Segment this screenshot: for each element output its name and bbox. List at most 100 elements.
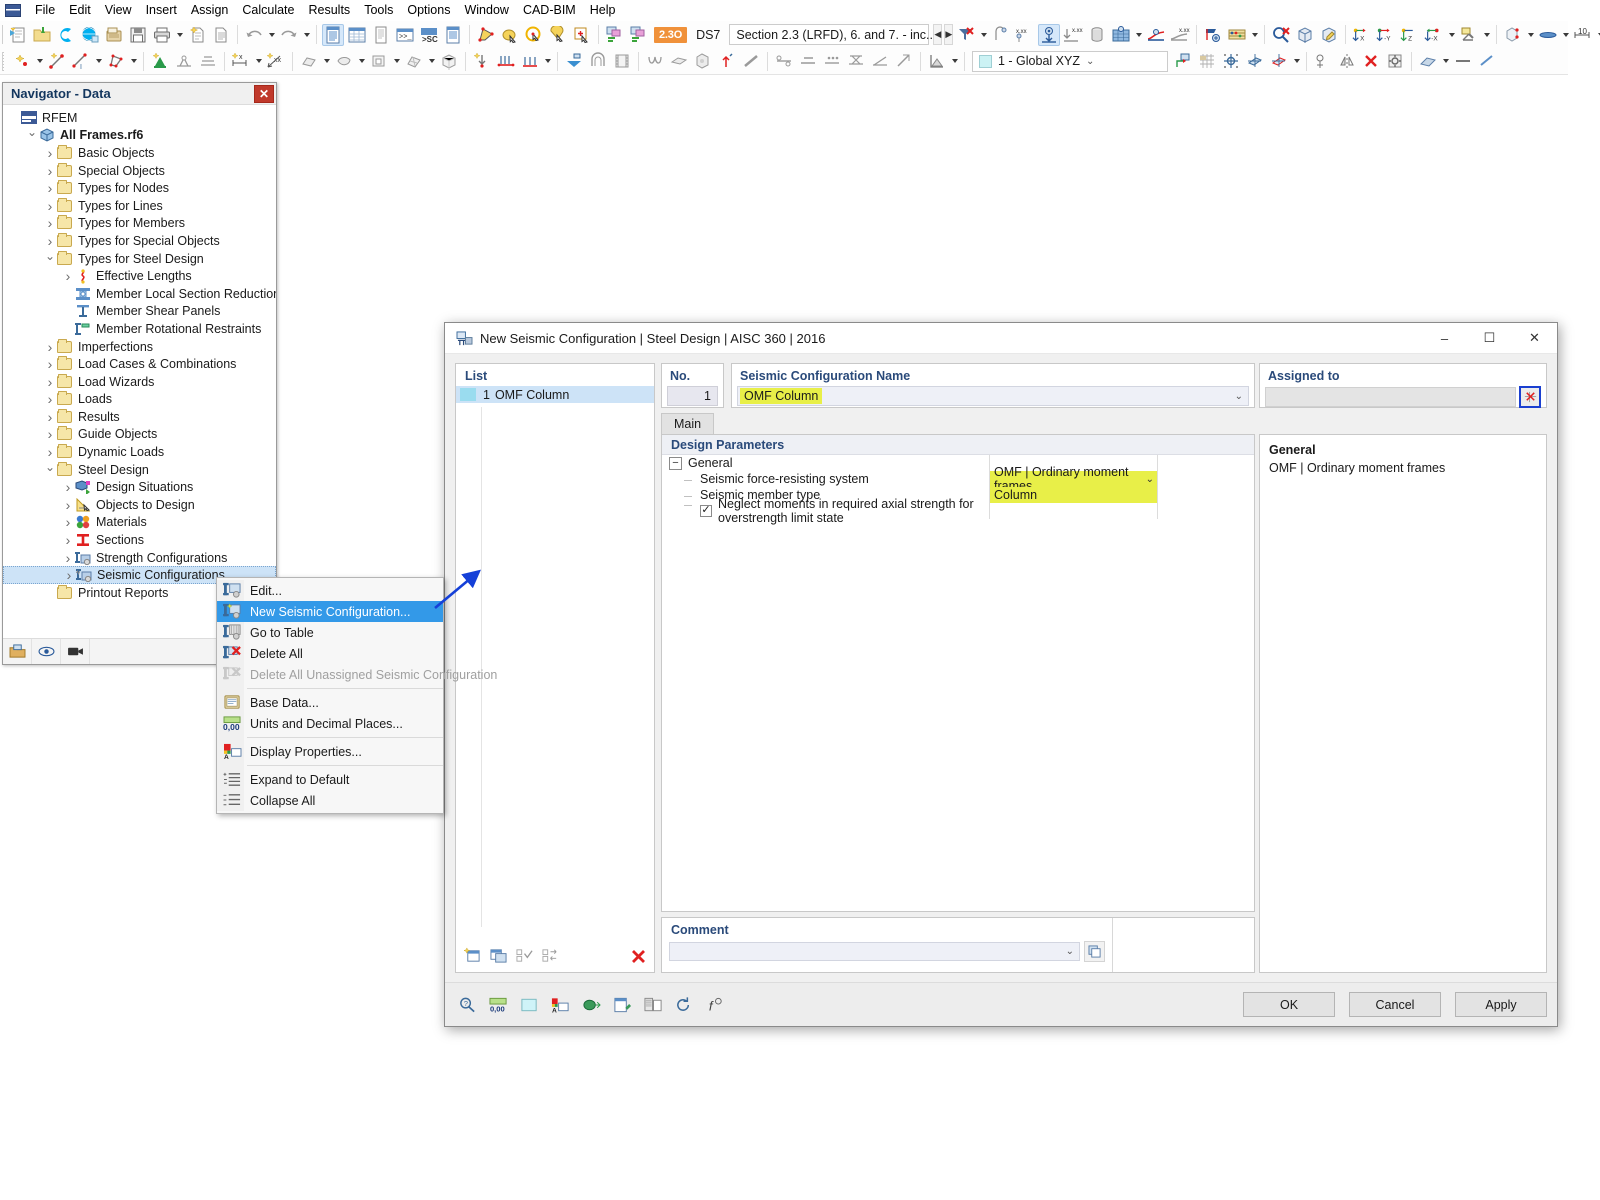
assigned-to-field[interactable] bbox=[1265, 387, 1516, 407]
menu-item-edit[interactable]: Edit... bbox=[217, 580, 443, 601]
menu-item-calculate[interactable]: Calculate bbox=[235, 1, 301, 19]
script-sc-icon[interactable]: >SC bbox=[418, 24, 440, 46]
new-node-icon[interactable] bbox=[11, 50, 33, 72]
menu-item-edit[interactable]: Edit bbox=[62, 1, 98, 19]
checkbox[interactable]: ✓ bbox=[700, 504, 712, 517]
save-icon[interactable] bbox=[127, 24, 149, 46]
undo-icon[interactable] bbox=[243, 24, 265, 46]
select-objects-icon[interactable] bbox=[1519, 386, 1541, 408]
render-mode-dropdown-caret[interactable] bbox=[1440, 50, 1451, 72]
color-swatch-icon[interactable] bbox=[517, 993, 542, 1016]
delete-item-icon[interactable] bbox=[628, 945, 649, 967]
dim-dropdown-caret[interactable] bbox=[1595, 24, 1600, 46]
redo-icon[interactable] bbox=[278, 24, 300, 46]
apply-button[interactable]: Apply bbox=[1455, 992, 1547, 1017]
model-link-icon[interactable] bbox=[579, 993, 604, 1016]
menu-item-base-data[interactable]: Base Data... bbox=[217, 692, 443, 713]
chevron-right-icon[interactable] bbox=[43, 215, 57, 232]
copy-item-icon[interactable] bbox=[488, 945, 509, 967]
chevron-right-icon[interactable] bbox=[61, 532, 75, 549]
tree-item-steel-design[interactable]: Steel Design bbox=[3, 461, 276, 479]
tree-item-objects-to-design[interactable]: Objects to Design bbox=[3, 496, 276, 514]
menu-item-file[interactable]: File bbox=[28, 1, 62, 19]
dim-x-dropdown-caret[interactable] bbox=[253, 50, 264, 72]
node-values-icon[interactable]: x.xx bbox=[1014, 24, 1036, 46]
new-hinge-icon[interactable] bbox=[173, 50, 195, 72]
chevron-down-icon[interactable] bbox=[43, 250, 57, 267]
new-release-icon[interactable] bbox=[197, 50, 219, 72]
plate-icon[interactable] bbox=[668, 50, 690, 72]
close-icon[interactable]: ✕ bbox=[254, 84, 274, 103]
surface-dropdown-caret[interactable] bbox=[1133, 24, 1144, 46]
menu-item-units-and-decimal-places[interactable]: 0,00 Units and Decimal Places... bbox=[217, 713, 443, 734]
parameter-value-field[interactable]: OMF | Ordinary moment frames ⌄ bbox=[989, 465, 1157, 493]
open-navigator-icon[interactable] bbox=[3, 639, 32, 664]
chevron-right-icon[interactable] bbox=[62, 567, 76, 584]
tree-item-types-for-lines[interactable]: Types for Lines bbox=[3, 197, 276, 215]
film-icon[interactable] bbox=[611, 50, 633, 72]
globe-icon[interactable] bbox=[79, 24, 101, 46]
chart-icon[interactable] bbox=[926, 50, 948, 72]
chevron-down-icon[interactable] bbox=[25, 127, 39, 144]
help-search-icon[interactable]: ? bbox=[455, 993, 480, 1016]
table-blue-icon[interactable] bbox=[442, 24, 464, 46]
edit-cube-icon[interactable] bbox=[1318, 24, 1340, 46]
tree-item-types-for-special-objects[interactable]: Types for Special Objects bbox=[3, 232, 276, 250]
chevron-right-icon[interactable] bbox=[43, 426, 57, 443]
new-model-icon[interactable] bbox=[7, 24, 29, 46]
tree-item-types-for-steel-design[interactable]: Types for Steel Design bbox=[3, 250, 276, 268]
new-surface-dropdown-caret[interactable] bbox=[321, 50, 332, 72]
dim-10-icon[interactable]: 10 bbox=[1572, 24, 1594, 46]
tree-item-all-frames-rf6[interactable]: All Frames.rf6 bbox=[3, 127, 276, 145]
tree-item-design-situations[interactable]: Design Situations bbox=[3, 478, 276, 496]
chevron-right-icon[interactable] bbox=[61, 549, 75, 566]
menu-item-new-seismic-configuration[interactable]: New Seismic Configuration... bbox=[217, 601, 443, 622]
connect-icon[interactable] bbox=[55, 24, 77, 46]
new-mesh-dropdown-caret[interactable] bbox=[426, 50, 437, 72]
new-mesh-icon[interactable] bbox=[403, 50, 425, 72]
display-props-icon[interactable]: A bbox=[548, 993, 573, 1016]
save-as-icon[interactable] bbox=[103, 24, 125, 46]
member-load-icon[interactable] bbox=[495, 50, 517, 72]
camera-icon[interactable] bbox=[61, 639, 90, 664]
new-polygon-dropdown-caret[interactable] bbox=[128, 50, 139, 72]
select-pointer-icon[interactable] bbox=[547, 24, 569, 46]
print-dropdown-caret[interactable] bbox=[174, 24, 185, 46]
menu-item-view[interactable]: View bbox=[98, 1, 139, 19]
chevron-right-icon[interactable] bbox=[43, 162, 57, 179]
new-load-icon[interactable] bbox=[471, 50, 493, 72]
solid-icon[interactable] bbox=[1086, 24, 1108, 46]
line-style-icon[interactable] bbox=[1452, 50, 1474, 72]
select-circle-icon[interactable] bbox=[523, 24, 545, 46]
tunnel-icon[interactable] bbox=[587, 50, 609, 72]
filter-dropdown-caret[interactable] bbox=[978, 24, 989, 46]
coordinate-system-combo[interactable]: 1 - Global XYZ ⌄ bbox=[972, 50, 1168, 72]
select-lasso-icon[interactable] bbox=[499, 24, 521, 46]
tree-item-member-local-section-reductions[interactable]: Member Local Section Reductions bbox=[3, 285, 276, 303]
chevron-down-icon[interactable]: ⌄ bbox=[1235, 391, 1243, 402]
surface-icon[interactable] bbox=[1110, 24, 1132, 46]
new-opening-dropdown-caret[interactable] bbox=[391, 50, 402, 72]
chevron-right-icon[interactable] bbox=[61, 268, 75, 285]
menu-item-cad-bim[interactable]: CAD-BIM bbox=[516, 1, 583, 19]
chevron-right-icon[interactable] bbox=[43, 408, 57, 425]
show-loads-icon[interactable] bbox=[1038, 23, 1061, 46]
tab-main[interactable]: Main bbox=[661, 413, 715, 434]
filter-clear-icon[interactable] bbox=[955, 24, 977, 46]
comment-input[interactable]: ⌄ bbox=[669, 942, 1080, 961]
result-flag-icon[interactable] bbox=[1202, 24, 1224, 46]
hinge-d-icon[interactable] bbox=[845, 50, 867, 72]
nav-prev-button[interactable]: ◀ bbox=[933, 24, 943, 45]
new-support-icon[interactable] bbox=[149, 50, 171, 72]
chevron-right-icon[interactable] bbox=[43, 180, 57, 197]
new-report-icon[interactable] bbox=[186, 24, 208, 46]
select-plus-icon[interactable] bbox=[571, 24, 593, 46]
render-b-icon[interactable] bbox=[628, 24, 650, 46]
new-item-icon[interactable] bbox=[462, 945, 483, 967]
tree-item-dynamic-loads[interactable]: Dynamic Loads bbox=[3, 443, 276, 461]
cube-icon[interactable] bbox=[1294, 24, 1316, 46]
chevron-down-icon[interactable]: ⌄ bbox=[1146, 474, 1154, 485]
table-row[interactable]: ✓ Neglect moments in required axial stre… bbox=[662, 497, 1254, 525]
hinge-a-icon[interactable] bbox=[773, 50, 795, 72]
curve-icon[interactable] bbox=[644, 50, 666, 72]
